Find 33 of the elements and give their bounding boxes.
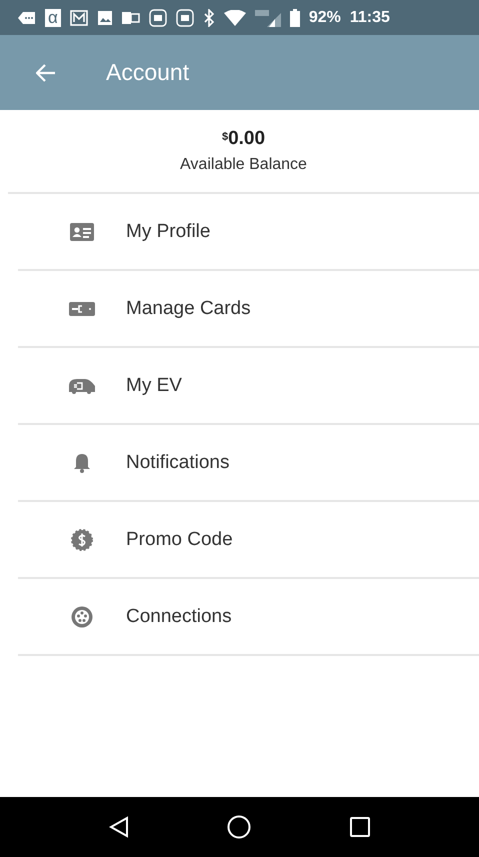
balance-label: Available Balance: [180, 156, 307, 174]
menu-item[interactable]: Promo Code: [18, 502, 479, 579]
bell-icon: [73, 452, 91, 472]
app-icon: [148, 8, 167, 26]
mail-icon: [70, 10, 88, 26]
battery-icon: [290, 8, 300, 26]
currency-symbol: $: [222, 131, 228, 143]
charge-card-icon: [69, 302, 95, 316]
menu-item[interactable]: My Profile: [18, 194, 479, 271]
office-icon: [122, 10, 140, 24]
dollar-badge-icon: [71, 528, 93, 550]
home-icon[interactable]: [227, 815, 252, 839]
notification-glyph: α: [45, 8, 61, 26]
battery-percent: 92%: [308, 8, 341, 26]
image-icon: [96, 10, 113, 26]
signal-icon: [254, 8, 281, 26]
back-icon[interactable]: [109, 816, 130, 838]
menu-item[interactable]: My EV: [18, 348, 479, 425]
back-arrow-icon[interactable]: [36, 64, 56, 82]
recents-icon[interactable]: [350, 817, 370, 837]
id-card-icon: [70, 222, 94, 240]
screen-title: Account: [106, 59, 190, 86]
clock-time: 11:35: [350, 8, 390, 26]
car-plug-icon: [68, 378, 96, 394]
menu-item[interactable]: Notifications: [18, 425, 479, 502]
wifi-icon: [224, 10, 246, 26]
menu-item[interactable]: Manage Cards: [18, 271, 479, 348]
balance-amount: 0.00: [228, 128, 266, 150]
menu-item[interactable]: Connections: [18, 579, 479, 656]
app-icon: [176, 8, 194, 26]
connector-icon: [71, 606, 93, 628]
message-icon: [18, 10, 36, 24]
bluetooth-icon: [202, 8, 215, 26]
